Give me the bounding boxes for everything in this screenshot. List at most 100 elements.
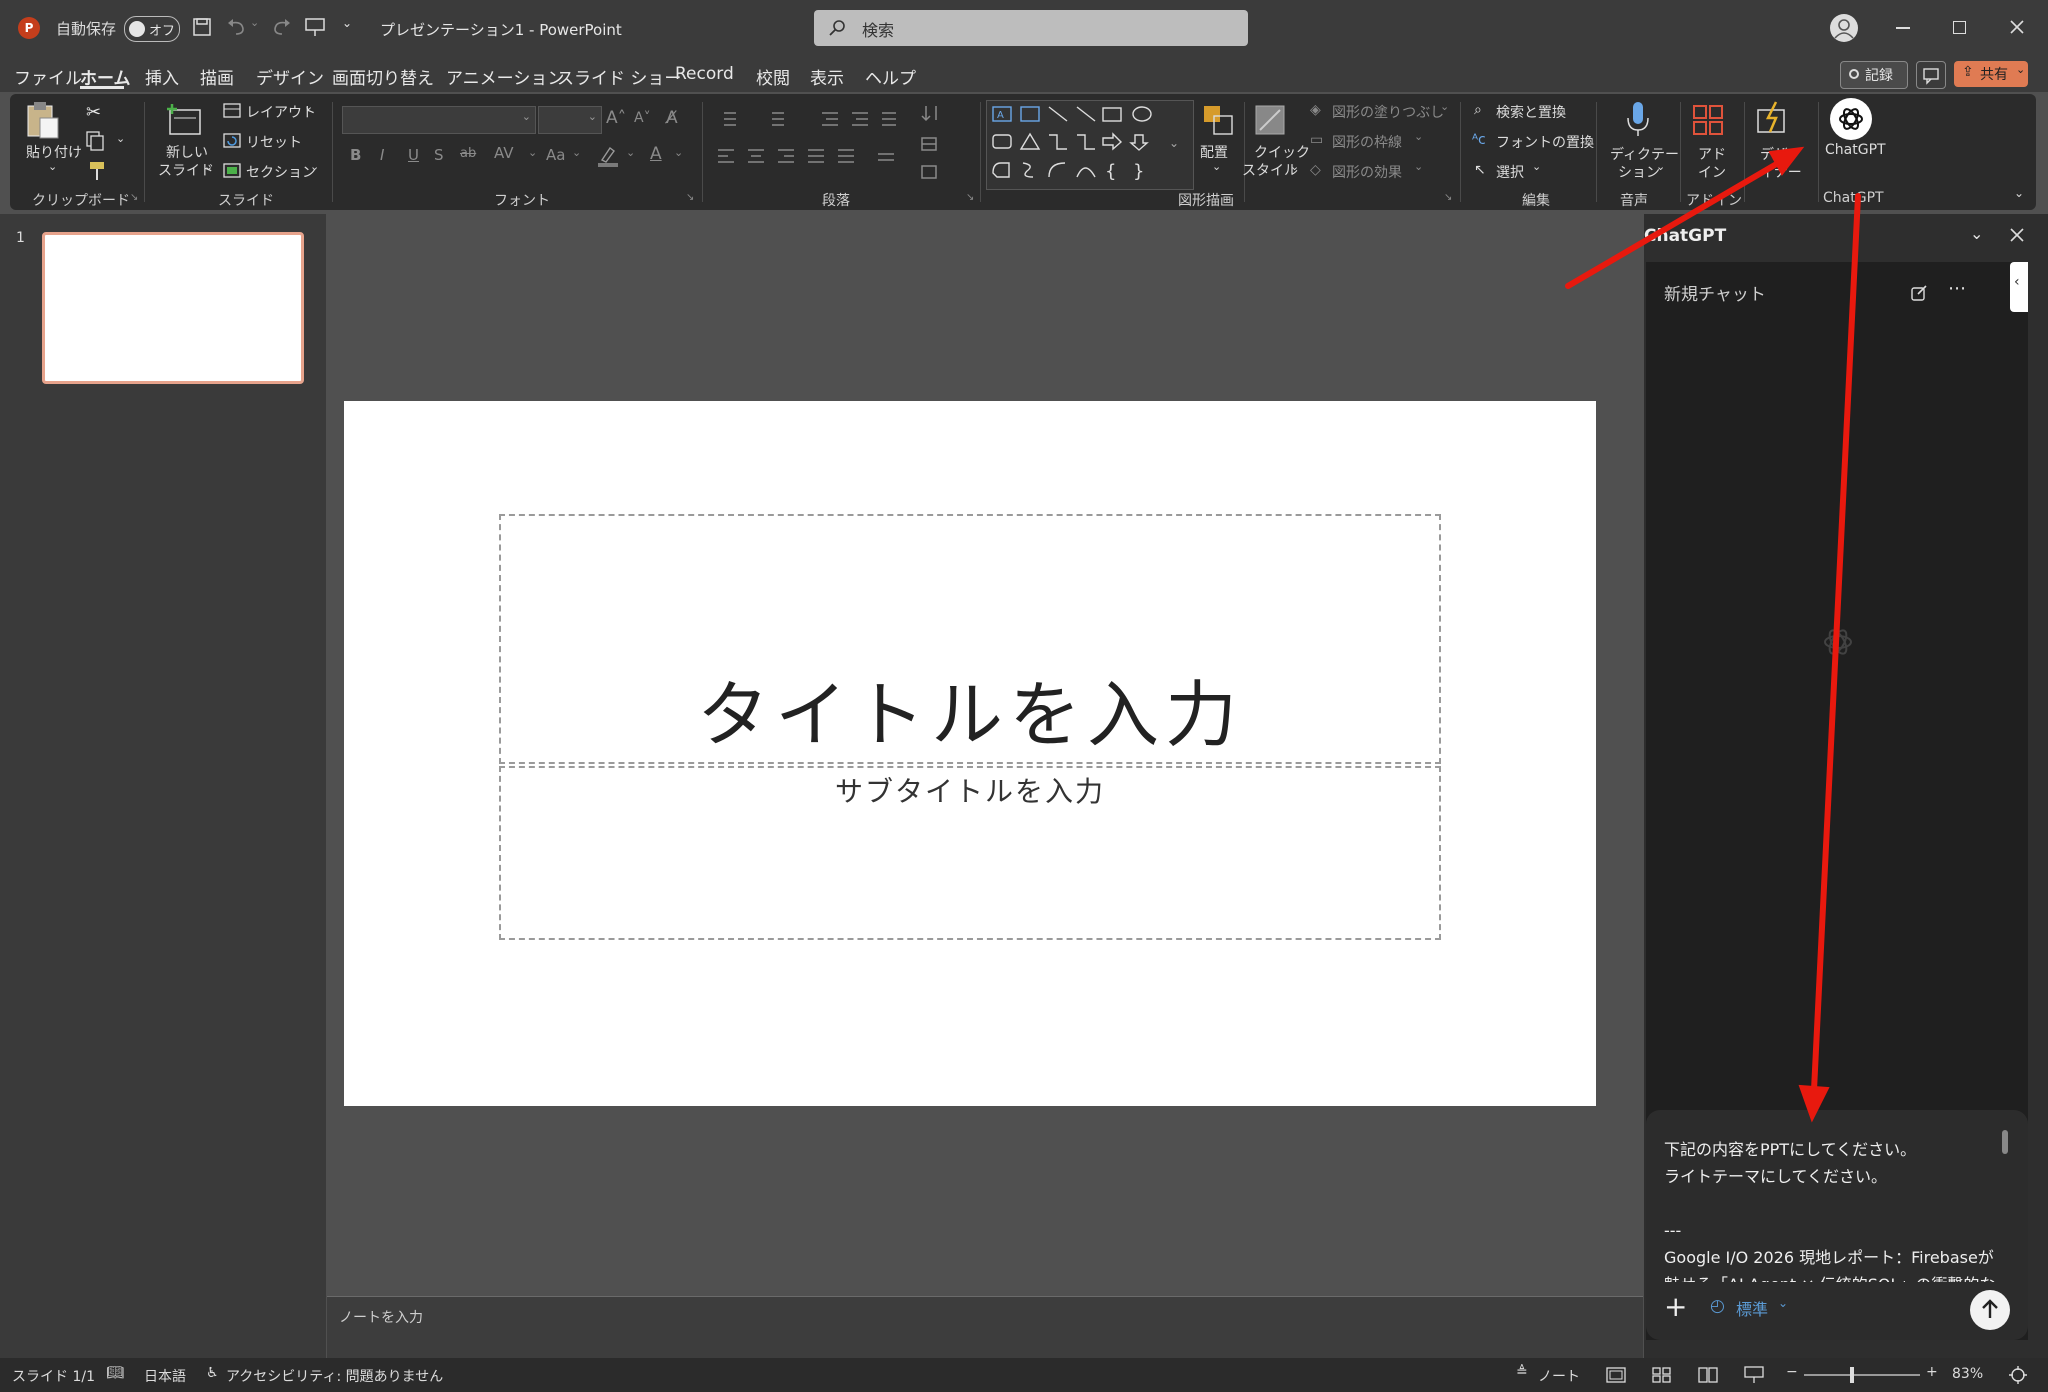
redo-icon[interactable] [270,17,292,37]
increase-font-icon[interactable]: A˄ [606,108,626,128]
shape-fill-button[interactable]: 図形の塗りつぶし [1332,102,1444,122]
tab-record[interactable]: Record [675,64,734,84]
autosave-toggle[interactable]: オフ [124,16,180,42]
section-button[interactable]: セクション [246,162,316,182]
clipboard-launcher-icon[interactable]: ↘ [130,192,138,203]
zoom-out-button[interactable]: − [1786,1364,1798,1380]
decrease-font-icon[interactable]: A˅ [634,110,651,126]
strikethrough-button[interactable]: ab [460,146,476,161]
comments-button[interactable] [1916,61,1946,89]
cut-icon[interactable]: ✂ [86,102,101,123]
reading-view-icon[interactable] [1698,1367,1718,1383]
model-selector[interactable]: 標準 [1736,1296,1768,1320]
format-painter-icon[interactable] [86,160,108,182]
copy-icon[interactable] [84,130,108,152]
drawing-launcher-icon[interactable]: ↘ [1444,192,1452,203]
language-indicator[interactable]: 日本語 [144,1366,186,1386]
sidebar-expand-tab[interactable]: ‹ [2010,262,2028,312]
list-buttons-row[interactable] [714,108,914,130]
zoom-level[interactable]: 83% [1952,1366,1983,1382]
composer-scrollbar[interactable] [2002,1130,2008,1154]
pane-options-icon[interactable]: ⌄ [1970,224,1983,243]
tab-file[interactable]: ファイル [14,64,82,89]
change-case-button[interactable]: Aa [546,146,565,164]
ribbon-collapse-icon[interactable]: ⌄ [2014,186,2024,200]
addins-icon[interactable] [1690,102,1726,138]
shadow-button[interactable]: S [434,146,444,164]
slideshow-view-icon[interactable] [1744,1366,1764,1384]
shape-effects-button[interactable]: 図形の効果 [1332,162,1402,182]
send-button[interactable] [1970,1290,2010,1330]
highlight-icon[interactable] [596,144,620,168]
tab-review[interactable]: 校閲 [756,64,790,89]
zoom-in-button[interactable]: + [1926,1364,1938,1380]
spellcheck-icon[interactable]: 📖︎ [106,1365,124,1381]
save-icon[interactable] [192,17,212,37]
subtitle-placeholder[interactable]: サブタイトルを入力 [499,766,1441,940]
notes-toggle-button[interactable]: ノート [1538,1366,1580,1386]
shape-outline-button[interactable]: 図形の枠線 [1332,132,1402,152]
share-button[interactable]: ⇪ 共有 ⌄ [1954,61,2028,87]
fit-to-window-icon[interactable] [2008,1365,2028,1385]
underline-button[interactable]: U [408,146,419,164]
close-window-button[interactable] [2009,19,2025,35]
notes-pane[interactable]: ノートを入力 [327,1296,1643,1359]
slide-thumbnail[interactable] [42,232,304,384]
close-pane-icon[interactable] [2010,228,2024,242]
char-spacing-button[interactable]: AV [494,144,514,162]
font-launcher-icon[interactable]: ↘ [686,192,694,203]
tab-transitions[interactable]: 画面切り替え [332,64,434,89]
zoom-slider[interactable] [1804,1367,1920,1383]
tab-design[interactable]: デザイン [256,64,324,89]
find-replace-button[interactable]: 検索と置換 [1496,102,1566,122]
clear-format-icon[interactable]: A̸ [666,108,678,128]
tab-animations[interactable]: アニメーション [446,64,564,89]
add-attachment-icon[interactable]: + [1664,1290,1687,1323]
tab-slideshow[interactable]: スライド ショー [557,64,681,89]
tab-help[interactable]: ヘルプ [865,64,916,89]
tab-insert[interactable]: 挿入 [145,64,179,89]
font-size-dropdown[interactable]: ⌄ [538,106,602,134]
new-slide-icon[interactable] [166,102,204,138]
designer-icon[interactable] [1754,100,1792,138]
present-from-start-icon[interactable] [304,16,326,38]
select-button[interactable]: 選択 [1496,162,1524,182]
reset-button[interactable]: リセット [246,132,302,152]
search-box[interactable]: 検索 [814,10,1248,46]
paste-button[interactable] [24,100,60,140]
new-chat-edit-icon[interactable] [1910,284,1928,302]
title-placeholder[interactable]: タイトルを入力 [499,514,1441,764]
accessibility-status[interactable]: アクセシビリティ: 問題ありません [226,1366,443,1386]
slide-sorter-icon[interactable] [1652,1367,1672,1383]
maximize-button[interactable] [1953,21,1966,34]
font-name-dropdown[interactable]: ⌄ [342,106,536,134]
tab-view[interactable]: 表示 [810,64,844,89]
text-direction-buttons[interactable] [918,102,962,188]
minimize-button[interactable] [1896,27,1910,29]
zoom-slider-thumb[interactable] [1850,1367,1854,1383]
font-color-icon[interactable]: A [650,144,662,164]
paragraph-launcher-icon[interactable]: ↘ [966,192,974,203]
microphone-icon[interactable] [1624,100,1652,140]
undo-dropdown-icon[interactable]: ⌄ [250,16,259,29]
quick-styles-icon[interactable] [1252,102,1288,138]
chatgpt-button-label[interactable]: ChatGPT [1825,142,1886,158]
addins-label-1: アド [1698,147,1726,163]
record-button[interactable]: 記録 [1840,61,1908,89]
font-replace-button[interactable]: フォントの置換 [1496,132,1594,152]
tab-draw[interactable]: 描画 [200,64,234,89]
alignment-buttons-row[interactable] [714,146,914,168]
bold-button[interactable]: B [350,146,361,164]
slide-canvas[interactable]: タイトルを入力 サブタイトルを入力 [344,401,1596,1106]
chatgpt-logo-icon[interactable] [1830,98,1872,140]
chat-input-text[interactable]: 下記の内容をPPTにしてください。 ライトテーマにしてください。 --- Goo… [1664,1136,2004,1282]
customize-toolbar-icon[interactable]: ⌄ [342,16,352,30]
arrange-icon[interactable] [1200,102,1236,138]
chat-composer[interactable]: 下記の内容をPPTにしてください。 ライトテーマにしてください。 --- Goo… [1646,1110,2028,1340]
more-options-icon[interactable]: ⋯ [1948,278,1966,299]
shapes-gallery[interactable]: A {} ⌄ [986,100,1194,190]
undo-icon[interactable] [226,17,248,37]
italic-button[interactable]: I [380,146,384,164]
normal-view-icon[interactable] [1606,1367,1626,1383]
account-avatar[interactable] [1830,14,1858,42]
